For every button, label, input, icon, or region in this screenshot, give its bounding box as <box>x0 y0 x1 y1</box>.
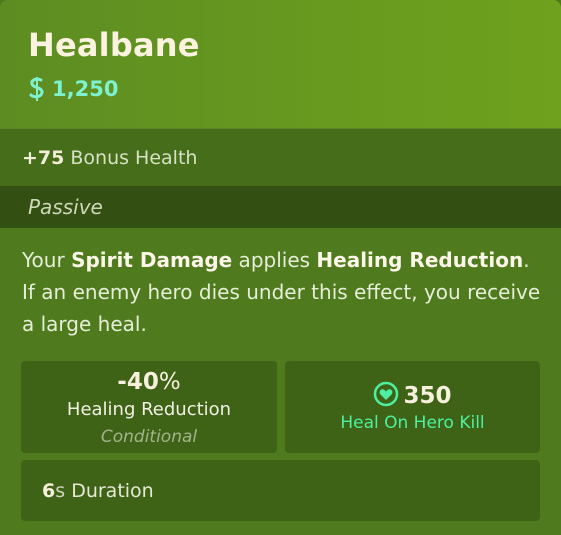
duration-label: Duration <box>71 480 154 502</box>
item-tooltip: Healbane 1,250 +75 Bonus Health Passive Y… <box>0 0 561 535</box>
desc-keyword-healing-reduction: Healing Reduction <box>316 248 524 272</box>
heal-on-kill-value: 350 <box>403 383 452 409</box>
passive-description: Your Spirit Damage applies Healing Reduc… <box>22 244 542 340</box>
stat-healing-reduction: -40% Healing Reduction Conditional <box>21 361 277 453</box>
bonus-stat-row: +75 Bonus Health <box>0 128 561 186</box>
bonus-health-value: +75 <box>22 146 65 169</box>
healing-reduction-unit: % <box>158 369 181 395</box>
bonus-health-label: Bonus Health <box>70 146 198 169</box>
passive-section-header: Passive <box>0 186 561 228</box>
stat-heal-on-kill: 350 Heal On Hero Kill <box>285 361 540 453</box>
healing-reduction-label: Healing Reduction <box>66 399 232 420</box>
passive-label: Passive <box>28 195 103 219</box>
duration-unit: s <box>55 480 66 502</box>
healing-reduction-value: -40 <box>117 369 159 395</box>
heal-heart-icon <box>373 381 399 411</box>
desc-text: applies <box>232 248 317 272</box>
cost-value: 1,250 <box>52 77 119 101</box>
stat-duration: 6s Duration <box>21 460 540 521</box>
item-cost: 1,250 <box>28 76 118 102</box>
desc-keyword-spirit-damage: Spirit Damage <box>71 248 233 272</box>
tooltip-header: Healbane 1,250 <box>0 0 561 128</box>
heal-on-kill-label: Heal On Hero Kill <box>340 413 485 433</box>
duration-value: 6 <box>42 480 56 502</box>
souls-currency-icon <box>28 76 46 102</box>
item-name: Healbane <box>28 26 200 64</box>
conditional-label: Conditional <box>100 427 198 447</box>
desc-text: Your <box>22 248 72 272</box>
